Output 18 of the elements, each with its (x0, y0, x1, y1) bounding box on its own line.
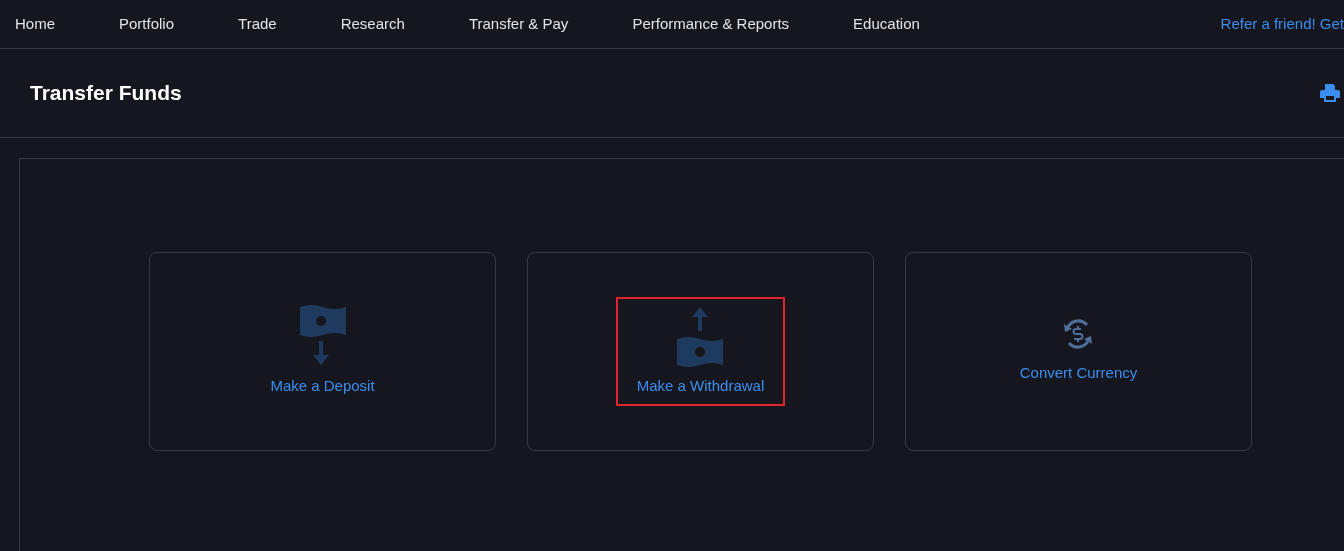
banknote-arrow-up-icon (677, 305, 724, 368)
page-title: Transfer Funds (30, 80, 182, 106)
option-card[interactable]: Make a Deposit (149, 252, 496, 451)
nav-link[interactable]: Portfolio (104, 12, 175, 36)
nav-link[interactable]: Transfer & Pay (453, 12, 569, 36)
option-link[interactable]: Convert Currency (1019, 362, 1138, 385)
option-link[interactable]: Make a Withdrawal (636, 375, 765, 398)
nav-link[interactable]: Performance & Reports (617, 12, 790, 36)
option-link[interactable]: Make a Deposit (270, 375, 375, 398)
option-card[interactable]: Make a Withdrawal (527, 252, 874, 451)
print-icon[interactable] (1320, 84, 1340, 102)
nav-link[interactable]: Research (325, 12, 405, 36)
nav-link[interactable]: Education (838, 12, 920, 36)
nav-link[interactable]: Trade (223, 12, 277, 36)
referral-link[interactable]: Refer a friend! Get (1220, 12, 1344, 36)
currency-exchange-icon (1062, 318, 1095, 351)
option-card[interactable]: Convert Currency (905, 252, 1252, 451)
nav-link[interactable]: Home (0, 12, 55, 36)
